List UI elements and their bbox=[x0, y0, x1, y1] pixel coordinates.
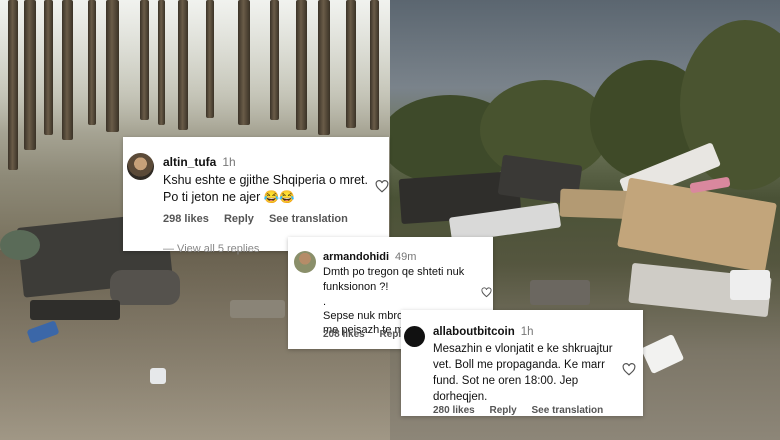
reply-button[interactable]: Reply bbox=[224, 213, 254, 225]
comment-author[interactable]: allaboutbitcoin 1h bbox=[433, 326, 534, 338]
reply-button[interactable]: Reply bbox=[490, 405, 517, 416]
see-translation-button[interactable]: See translation bbox=[269, 213, 348, 225]
comment-text-line: Dmth po tregon qe shteti nuk funksionon … bbox=[323, 266, 465, 293]
view-replies-link[interactable]: — View all 5 replies bbox=[163, 243, 259, 255]
heart-outline-icon[interactable] bbox=[622, 363, 636, 376]
comment-card-allaboutbitcoin: allaboutbitcoin 1h Mesazhin e vlonjatit e… bbox=[401, 310, 643, 416]
comment-text: Kshu eshte e gjithe Shqiperia o mret. Po… bbox=[163, 173, 368, 204]
comment-time: 1h bbox=[222, 155, 236, 169]
see-translation-button[interactable]: See translation bbox=[532, 405, 604, 416]
avatar[interactable] bbox=[294, 251, 316, 273]
like-count[interactable]: 280 likes bbox=[433, 405, 475, 416]
avatar[interactable] bbox=[127, 153, 154, 180]
comment-author[interactable]: altin_tufa 1h bbox=[163, 155, 236, 169]
avatar[interactable] bbox=[404, 326, 425, 347]
comment-card-altin-tufa: altin_tufa 1h Kshu eshte e gjithe Shqiper… bbox=[123, 137, 389, 255]
comment-time: 1h bbox=[520, 326, 534, 338]
comment-author[interactable]: armandohidi 49m bbox=[323, 251, 416, 263]
comment-time: 49m bbox=[395, 251, 417, 263]
heart-outline-icon[interactable] bbox=[375, 180, 389, 193]
comment-text-line: . bbox=[323, 296, 327, 308]
heart-outline-icon[interactable] bbox=[481, 287, 492, 298]
like-count[interactable]: 208 likes bbox=[323, 329, 365, 340]
like-count[interactable]: 298 likes bbox=[163, 213, 209, 225]
comment-text: Mesazhin e vlonjatit e ke shkruajtur vet… bbox=[433, 343, 613, 403]
